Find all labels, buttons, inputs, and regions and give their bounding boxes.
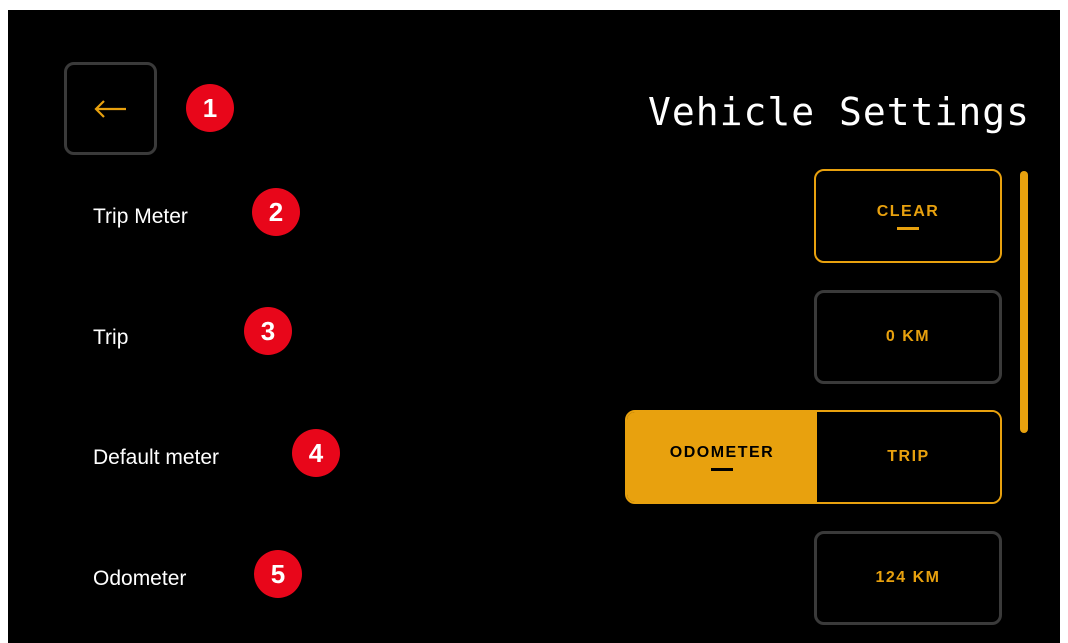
trip-option-label: TRIP xyxy=(887,448,930,465)
trip-option[interactable]: TRIP xyxy=(817,412,1000,502)
vehicle-settings-screen: Vehicle Settings Trip Meter Trip Default… xyxy=(8,10,1060,643)
annotation-badge-5: 5 xyxy=(254,550,302,598)
annotation-badge-2: 2 xyxy=(252,188,300,236)
scrollbar[interactable] xyxy=(1020,171,1028,433)
annotation-badge-1: 1 xyxy=(186,84,234,132)
trip-label: Trip xyxy=(93,326,129,349)
focus-underline xyxy=(897,226,919,230)
default-meter-label: Default meter xyxy=(93,446,220,469)
odometer-label: Odometer xyxy=(93,567,187,590)
arrow-left-icon xyxy=(93,99,126,118)
trip-value: 0 KM xyxy=(885,328,931,345)
trip-meter-label: Trip Meter xyxy=(93,205,188,228)
back-button[interactable] xyxy=(64,62,157,155)
odometer-value: 124 KM xyxy=(875,569,941,586)
odometer-value-box: 124 KM xyxy=(814,531,1002,625)
default-meter-toggle: ODOMETER TRIP xyxy=(625,410,1002,504)
odometer-option-label: ODOMETER xyxy=(669,443,775,461)
annotation-badge-3: 3 xyxy=(244,307,292,355)
trip-value-box: 0 KM xyxy=(814,290,1002,384)
annotation-badge-4: 4 xyxy=(292,429,340,477)
clear-trip-button[interactable]: CLEAR xyxy=(814,169,1002,263)
odometer-option[interactable]: ODOMETER xyxy=(627,412,817,502)
page-title: Vehicle Settings xyxy=(647,90,1030,134)
clear-button-label: CLEAR xyxy=(876,202,940,220)
selected-underline xyxy=(711,467,733,471)
